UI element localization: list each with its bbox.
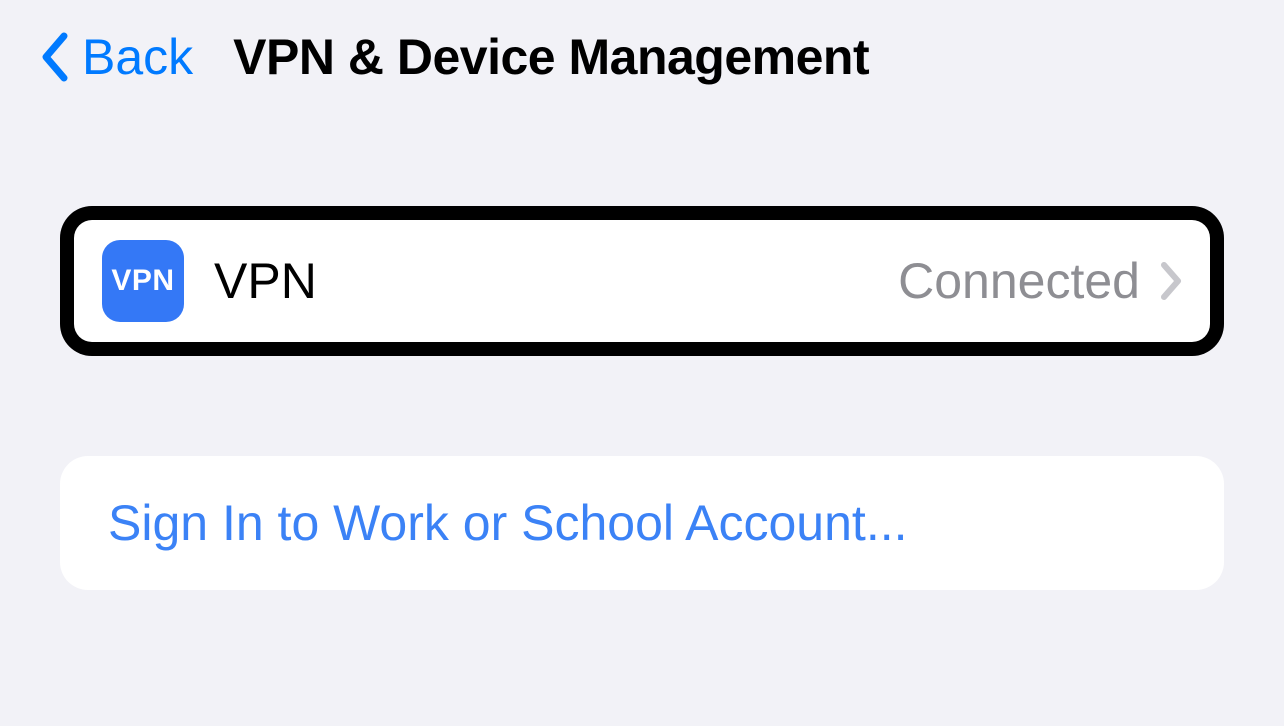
vpn-status: Connected xyxy=(898,252,1140,310)
vpn-icon-text: VPN xyxy=(111,264,174,298)
page-title: VPN & Device Management xyxy=(233,28,869,86)
sign-in-label: Sign In to Work or School Account... xyxy=(108,495,908,551)
back-button[interactable]: Back xyxy=(40,28,193,86)
vpn-icon: VPN xyxy=(102,240,184,322)
vpn-label: VPN xyxy=(214,252,898,310)
vpn-row[interactable]: VPN VPN Connected xyxy=(74,220,1210,342)
vpn-row-highlight: VPN VPN Connected xyxy=(60,206,1224,356)
sign-in-row[interactable]: Sign In to Work or School Account... xyxy=(60,456,1224,590)
content-area: VPN VPN Connected Sign In to Work or Sch… xyxy=(0,106,1284,590)
chevron-right-icon xyxy=(1160,261,1182,301)
chevron-left-icon xyxy=(40,32,70,82)
back-label: Back xyxy=(82,28,193,86)
header-bar: Back VPN & Device Management xyxy=(0,0,1284,106)
